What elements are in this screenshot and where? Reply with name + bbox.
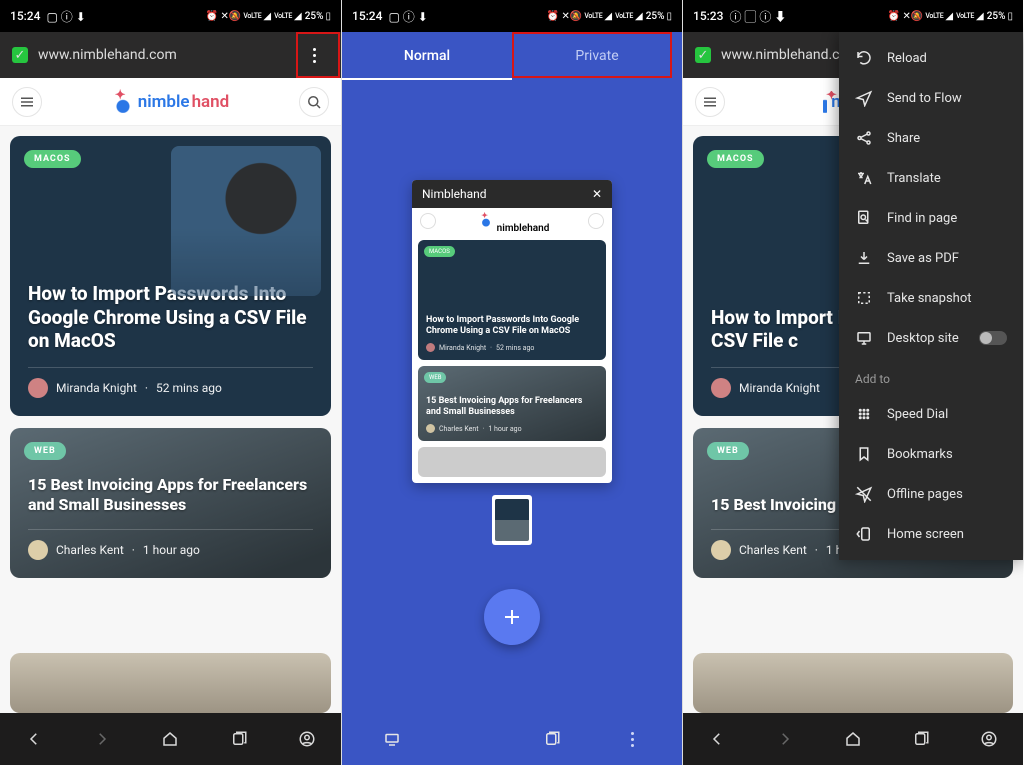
menu-reload[interactable]: Reload: [839, 38, 1023, 78]
clock: 15:23: [693, 9, 723, 23]
clock: 15:24: [10, 9, 40, 23]
tabs-bottom-bar: [342, 713, 682, 765]
author-avatar: [28, 378, 48, 398]
screenshot-3: 15:23 ⓘ ▢ ⓘ ⬇ ⏰ ✕🔕 VoLTE◢VoLTE◢ 25% ▯ ✓ …: [682, 0, 1023, 765]
mini-article-web: WEB 15 Best Invoicing Apps for Freelance…: [418, 366, 606, 441]
profile-button[interactable]: [976, 726, 1002, 752]
screenshot-1: 15:24 ▢ ⓘ ⬇ ⏰ ✕🔕 VoLTE◢VoLTE◢ 25% ▯ ✓ ww…: [0, 0, 341, 765]
status-bar: 15:24 ▢ ⓘ ⬇ ⏰ ✕🔕 VoLTE◢VoLTE◢ 25% ▯: [342, 0, 682, 32]
battery: 25%: [305, 11, 324, 22]
offline-icon: [855, 485, 873, 503]
browser-bottom-nav: [683, 713, 1023, 765]
translate-icon: [855, 169, 873, 187]
home-screen-icon: [855, 525, 873, 543]
category-tag[interactable]: MACOS: [707, 150, 764, 168]
shield-icon: ✓: [12, 47, 28, 63]
status-bar: 15:24 ▢ ⓘ ⬇ ⏰ ✕🔕 VoLTE◢VoLTE◢ 25% ▯: [0, 0, 341, 32]
bookmark-icon: [855, 445, 873, 463]
close-tab-button[interactable]: ✕: [592, 187, 602, 201]
page-content[interactable]: MACOS How to Import Passwords Into Googl…: [0, 126, 341, 713]
category-tag[interactable]: WEB: [24, 442, 66, 460]
url-bar[interactable]: ✓ www.nimblehand.com: [0, 32, 341, 78]
menu-speed-dial[interactable]: Speed Dial: [839, 394, 1023, 434]
tab-preview-card[interactable]: Nimblehand ✕ nimblehand MACOS How to Imp…: [412, 180, 612, 483]
home-button[interactable]: [157, 726, 183, 752]
screenshot-2: 15:24 ▢ ⓘ ⬇ ⏰ ✕🔕 VoLTE◢VoLTE◢ 25% ▯ Norm…: [341, 0, 682, 765]
desktop-site-toggle[interactable]: [979, 331, 1007, 345]
more-menu-button[interactable]: [299, 40, 329, 70]
article-card-main[interactable]: MACOS How to Import Passwords Into Googl…: [10, 136, 331, 416]
find-icon: [855, 209, 873, 227]
shield-icon: ✓: [695, 47, 711, 63]
search-button[interactable]: [299, 87, 329, 117]
send-icon: [855, 89, 873, 107]
author-avatar: [28, 540, 48, 560]
site-logo: nimblehand: [112, 91, 230, 113]
menu-find-in-page[interactable]: Find in page: [839, 198, 1023, 238]
back-button[interactable]: [21, 726, 47, 752]
cast-button[interactable]: [352, 730, 432, 748]
hamburger-icon: [420, 213, 436, 229]
clock: 15:24: [352, 9, 382, 23]
category-tag[interactable]: MACOS: [24, 150, 81, 168]
article-card-web[interactable]: WEB 15 Best Invoicing Apps for Freelance…: [10, 428, 331, 578]
snapshot-icon: [855, 289, 873, 307]
profile-button[interactable]: [294, 726, 320, 752]
mini-article-partial: [418, 447, 606, 477]
home-button[interactable]: [840, 726, 866, 752]
status-bar: 15:23 ⓘ ▢ ⓘ ⬇ ⏰ ✕🔕 VoLTE◢VoLTE◢ 25% ▯: [683, 0, 1023, 32]
menu-send-to-flow[interactable]: Send to Flow: [839, 78, 1023, 118]
article-meta: Miranda Knight · 52 mins ago: [28, 367, 313, 398]
grid-icon: [855, 405, 873, 423]
battery: 25%: [987, 11, 1006, 22]
menu-bookmarks[interactable]: Bookmarks: [839, 434, 1023, 474]
battery: 25%: [646, 11, 665, 22]
hamburger-button[interactable]: [12, 87, 42, 117]
url-text: www.nimblehand.com: [38, 47, 289, 63]
site-header: nimblehand: [0, 78, 341, 126]
browser-bottom-nav: [0, 713, 341, 765]
forward-button[interactable]: [89, 726, 115, 752]
tabs-button[interactable]: [512, 730, 592, 748]
search-icon: [588, 213, 604, 229]
menu-take-snapshot[interactable]: Take snapshot: [839, 278, 1023, 318]
article-meta: Charles Kent · 1 hour ago: [28, 529, 313, 560]
tab-normal[interactable]: Normal: [342, 32, 512, 80]
menu-home-screen[interactable]: Home screen: [839, 514, 1023, 554]
menu-offline-pages[interactable]: Offline pages: [839, 474, 1023, 514]
menu-share[interactable]: Share: [839, 118, 1023, 158]
tab-thumbnail[interactable]: [492, 495, 532, 545]
menu-save-as-pdf[interactable]: Save as PDF: [839, 238, 1023, 278]
menu-add-to-header: Add to: [839, 358, 1023, 394]
forward-button[interactable]: [772, 726, 798, 752]
more-button[interactable]: [592, 732, 672, 747]
category-tag[interactable]: WEB: [707, 442, 749, 460]
tabs-button[interactable]: [226, 726, 252, 752]
tab-private[interactable]: Private: [512, 32, 682, 80]
mini-article-main: MACOS How to Import Passwords Into Googl…: [418, 240, 606, 360]
article-title: 15 Best Invoicing Apps for Freelancers a…: [28, 475, 313, 515]
menu-translate[interactable]: Translate: [839, 158, 1023, 198]
hamburger-button[interactable]: [695, 87, 725, 117]
author-avatar: [711, 540, 731, 560]
menu-desktop-site[interactable]: Desktop site: [839, 318, 1023, 358]
share-icon: [855, 129, 873, 147]
article-card-partial[interactable]: [10, 653, 331, 713]
tabs-button[interactable]: [908, 726, 934, 752]
download-icon: [855, 249, 873, 267]
desktop-icon: [855, 329, 873, 347]
tab-title: Nimblehand: [422, 187, 487, 201]
tab-mode-bar: Normal Private: [342, 32, 682, 80]
overflow-menu: Reload Send to Flow Share Translate Find…: [839, 32, 1023, 560]
back-button[interactable]: [704, 726, 730, 752]
new-tab-fab[interactable]: [484, 589, 540, 645]
reload-icon: [855, 49, 873, 67]
article-card-partial[interactable]: [693, 653, 1013, 713]
author-avatar: [711, 378, 731, 398]
